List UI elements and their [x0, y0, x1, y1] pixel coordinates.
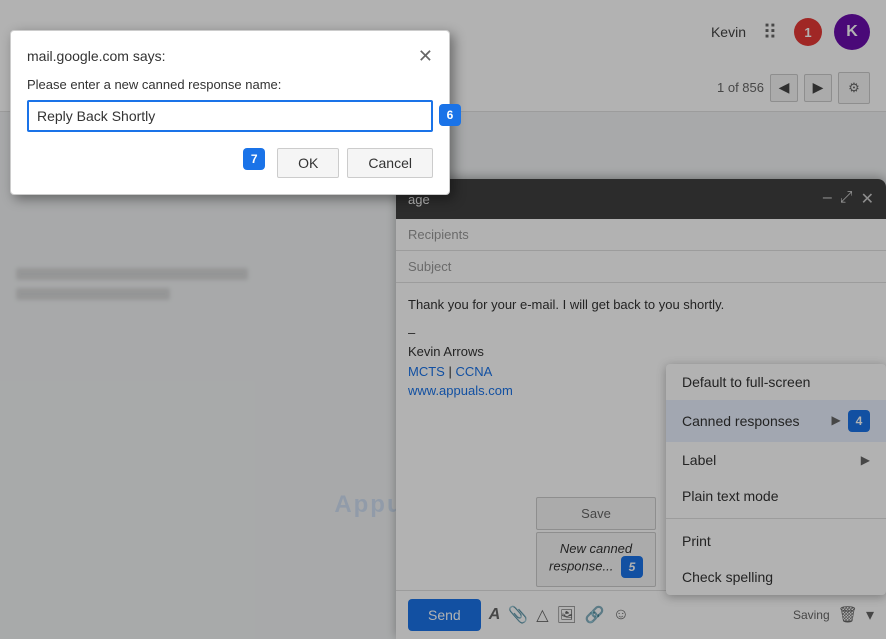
gmail-background: Kevin ⠿ 1 K Hide 1 of 856 ◀ ▶ ⚙ Appuals … — [0, 0, 886, 639]
step6-badge: 6 — [439, 104, 461, 126]
modal-label: Please enter a new canned response name: — [27, 77, 433, 92]
step7-badge: 7 — [243, 148, 265, 170]
modal-close-button[interactable]: ✕ — [418, 47, 433, 65]
modal-buttons: 7 OK Cancel — [27, 148, 433, 178]
modal-input-container: 6 — [27, 100, 433, 132]
modal-cancel-button[interactable]: Cancel — [347, 148, 433, 178]
modal-title: mail.google.com says: — [27, 48, 166, 64]
modal-titlebar: mail.google.com says: ✕ — [27, 47, 433, 65]
modal-ok-button[interactable]: OK — [277, 148, 339, 178]
modal-dialog: mail.google.com says: ✕ Please enter a n… — [10, 30, 450, 195]
canned-response-name-input[interactable] — [27, 100, 433, 132]
